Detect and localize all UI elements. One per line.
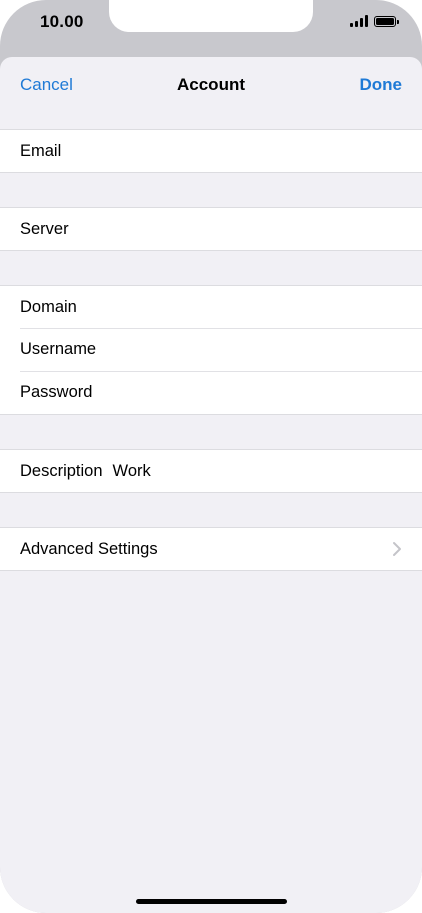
status-time: 10.00 [40, 12, 84, 31]
email-label: Email [20, 141, 62, 160]
advanced-group: Advanced Settings [0, 527, 422, 571]
domain-field[interactable]: Domain [0, 286, 422, 328]
domain-label: Domain [20, 297, 77, 316]
email-group: Email [0, 129, 422, 173]
credentials-group: Domain Username Password [0, 285, 422, 415]
server-group: Server [0, 207, 422, 251]
advanced-settings-label: Advanced Settings [20, 539, 158, 558]
server-label: Server [20, 219, 69, 238]
server-field[interactable]: Server [0, 208, 422, 250]
chevron-right-icon [393, 542, 401, 556]
battery-icon [374, 15, 399, 27]
cellular-signal-icon [350, 15, 368, 27]
advanced-settings-item[interactable]: Advanced Settings [0, 528, 422, 570]
password-field[interactable]: Password [0, 371, 422, 414]
status-indicators [350, 15, 399, 27]
done-button[interactable]: Done [360, 75, 403, 95]
home-indicator[interactable] [136, 899, 287, 904]
email-field[interactable]: Email [0, 130, 422, 172]
notch [109, 0, 313, 32]
description-label: Description [20, 461, 103, 480]
navigation-bar: Cancel Account Done [0, 57, 422, 129]
description-field[interactable]: Description Work [0, 450, 422, 492]
phone-frame: 10.00 Cancel Account Done Email Server D… [0, 0, 422, 913]
password-label: Password [20, 383, 93, 401]
username-label: Username [20, 340, 97, 358]
description-value: Work [112, 461, 151, 480]
description-group: Description Work [0, 449, 422, 493]
screen: 10.00 Cancel Account Done Email Server D… [0, 0, 422, 913]
username-field[interactable]: Username [0, 328, 422, 371]
account-sheet: Cancel Account Done Email Server Domain [0, 57, 422, 913]
